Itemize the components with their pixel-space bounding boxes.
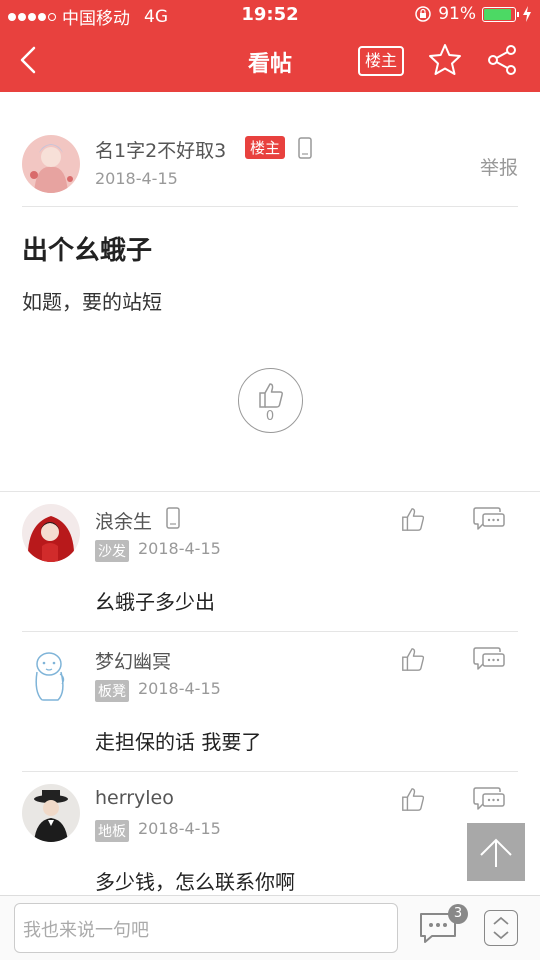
thumbs-up-icon[interactable] <box>400 786 426 812</box>
reply-author: herryleo <box>95 787 174 809</box>
status-right: 91% <box>414 4 532 24</box>
phone-icon <box>166 507 180 529</box>
avatar[interactable] <box>22 504 80 562</box>
reply-author: 梦幻幽冥 <box>95 651 172 673</box>
reply-date: 2018-4-15 <box>138 539 221 558</box>
reply-content: 走担保的话 我要了 <box>95 730 262 754</box>
avatar[interactable] <box>22 784 80 842</box>
comment-icon[interactable] <box>473 506 505 532</box>
owner-badge: 楼主 <box>245 136 286 159</box>
chevron-updown-icon <box>493 916 509 940</box>
comment-icon[interactable] <box>473 786 505 812</box>
floor-badge: 板凳 <box>95 680 129 702</box>
arrow-up-icon <box>480 838 512 867</box>
battery-icon <box>482 6 519 22</box>
post-title: 出个幺蛾子 <box>22 236 153 266</box>
reply-item: 浪余生 沙发 2018-4-15 幺蛾子多少出 <box>0 492 540 632</box>
avatar[interactable] <box>22 644 80 702</box>
phone-icon <box>298 137 312 159</box>
thumbs-up-icon[interactable] <box>400 506 426 532</box>
divider <box>22 206 518 207</box>
like-count: 0 <box>265 409 275 424</box>
reply-item: 梦幻幽冥 板凳 2018-4-15 走担保的话 我要了 <box>0 632 540 772</box>
rotation-lock-icon <box>415 6 431 22</box>
page-nav-button[interactable] <box>484 910 518 946</box>
reply-content: 多少钱，怎么联系你啊 <box>95 870 295 894</box>
bottom-bar: 我也来说一句吧 3 <box>0 895 540 960</box>
reply-date: 2018-4-15 <box>138 679 221 698</box>
floor-badge: 沙发 <box>95 540 129 562</box>
share-icon[interactable] <box>484 42 520 78</box>
thumbs-up-icon[interactable] <box>400 646 426 672</box>
post-date: 2018-4-15 <box>95 169 178 188</box>
reply-item: herryleo 地板 2018-4-15 多少钱，怎么联系你啊 <box>0 772 540 912</box>
app-header: 中国移动 4G 19:52 91% 看帖 楼主 <box>0 0 540 92</box>
charging-icon <box>523 6 531 22</box>
status-bar: 中国移动 4G 19:52 91% <box>0 0 540 30</box>
only-owner-button[interactable]: 楼主 <box>358 46 405 76</box>
reply-input[interactable]: 我也来说一句吧 <box>14 903 398 953</box>
comment-icon[interactable] <box>473 646 505 672</box>
original-post: 名1字2不好取3 楼主 2018-4-15 举报 出个幺蛾子 如题，要的站短 0 <box>0 92 540 492</box>
scroll-to-top-button[interactable] <box>467 823 525 881</box>
reply-date: 2018-4-15 <box>138 819 221 838</box>
floor-badge: 地板 <box>95 820 129 842</box>
battery-fill <box>484 8 512 20</box>
post-body: 如题，要的站短 <box>22 290 162 314</box>
nav-bar: 看帖 楼主 <box>0 30 540 92</box>
thumbs-up-icon <box>259 383 283 408</box>
reply-content: 幺蛾子多少出 <box>95 590 215 614</box>
star-icon[interactable] <box>427 42 463 78</box>
reply-author: 浪余生 <box>95 511 153 533</box>
battery-percent: 91% <box>438 4 476 24</box>
like-button[interactable]: 0 <box>238 368 303 433</box>
avatar[interactable] <box>22 135 80 193</box>
comment-count-badge: 3 <box>448 904 468 924</box>
author-name: 名1字2不好取3 <box>95 140 227 162</box>
report-button[interactable]: 举报 <box>480 153 518 180</box>
